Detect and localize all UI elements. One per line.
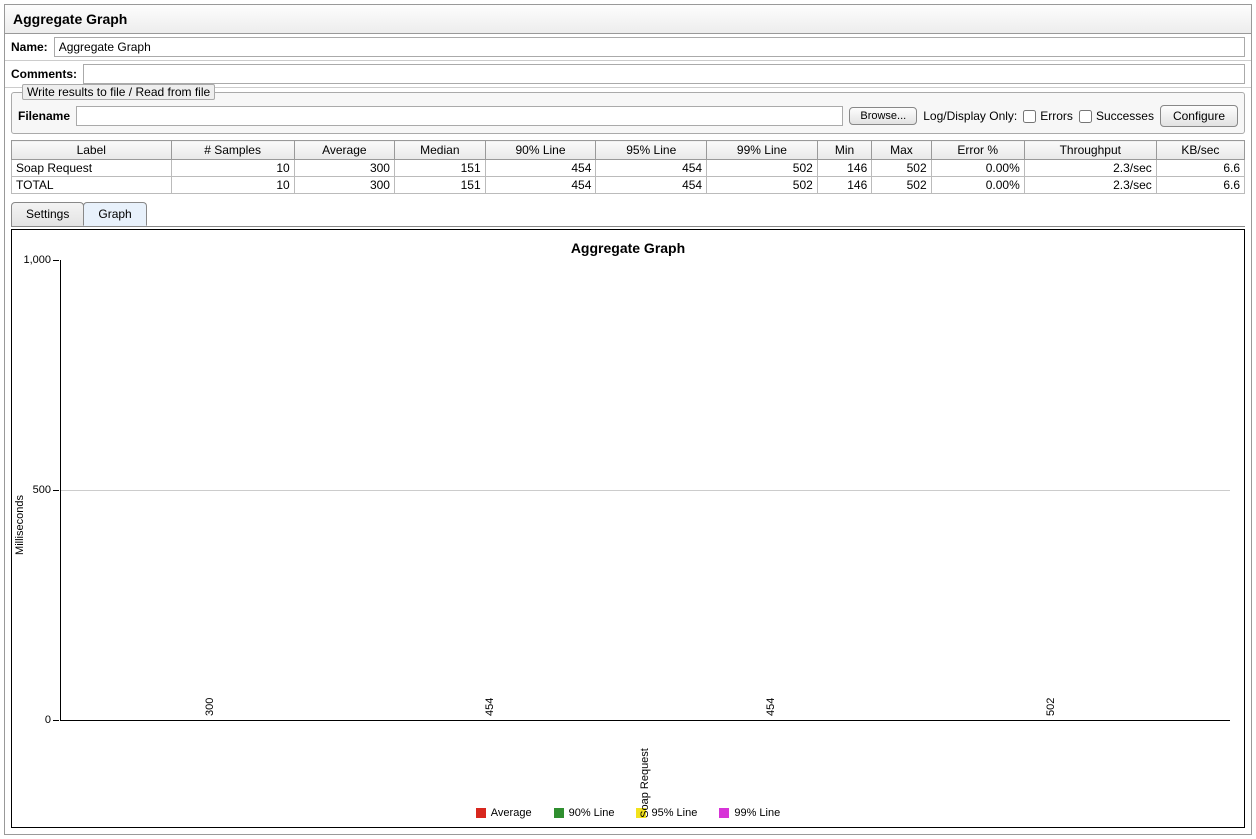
legend-label: 99% Line [734,807,780,819]
table-cell: 502 [707,177,818,194]
tab-settings[interactable]: Settings [11,202,84,226]
configure-button[interactable]: Configure [1160,105,1238,127]
table-cell: 0.00% [931,160,1024,177]
table-row[interactable]: Soap Request103001514544545021465020.00%… [12,160,1245,177]
comments-label: Comments: [11,67,77,81]
errors-checkbox[interactable] [1023,110,1036,123]
table-header[interactable]: Error % [931,141,1024,160]
tabs: Settings Graph [11,202,1245,227]
legend-swatch [719,808,729,818]
table-header[interactable]: Average [294,141,394,160]
y-tick [53,720,59,721]
table-cell: 300 [294,160,394,177]
plot-area: 300454454502 05001,000 [60,260,1230,721]
successes-checkbox-label[interactable]: Successes [1079,109,1154,123]
filename-input[interactable] [76,106,843,126]
table-cell: 10 [171,177,294,194]
table-cell: 2.3/sec [1024,177,1156,194]
table-cell: 454 [596,177,707,194]
legend-swatch [476,808,486,818]
tab-graph[interactable]: Graph [83,202,146,226]
errors-checkbox-label[interactable]: Errors [1023,109,1073,123]
table-cell: 2.3/sec [1024,160,1156,177]
name-input[interactable] [54,37,1245,57]
table-header[interactable]: Max [872,141,931,160]
errors-text: Errors [1040,109,1073,123]
y-axis-label: Milliseconds [14,495,26,555]
bar-value-label: 454 [484,698,496,716]
bar-value-label: 454 [765,698,777,716]
bar-value-label: 300 [203,698,215,716]
table-header[interactable]: 95% Line [596,141,707,160]
table-header[interactable]: Median [394,141,485,160]
name-label: Name: [11,40,48,54]
table-cell: 502 [872,177,931,194]
legend-label: 90% Line [569,807,615,819]
chart-title: Aggregate Graph [16,240,1240,256]
log-display-only-label: Log/Display Only: [923,109,1017,123]
table-cell: 0.00% [931,177,1024,194]
chart-box: Milliseconds 300454454502 05001,000 Soap… [60,260,1230,789]
table-cell: 146 [817,160,871,177]
table-cell: 300 [294,177,394,194]
table-cell: 454 [485,160,596,177]
successes-text: Successes [1096,109,1154,123]
table-header[interactable]: Min [817,141,871,160]
table-cell: 502 [872,160,931,177]
legend-label: Average [491,807,532,819]
legend-item: 90% Line [554,807,615,819]
write-results-title: Write results to file / Read from file [22,84,215,100]
aggregate-graph-panel: Aggregate Graph Name: Comments: Write re… [4,4,1252,835]
table-header[interactable]: Throughput [1024,141,1156,160]
successes-checkbox[interactable] [1079,110,1092,123]
table-cell: 454 [485,177,596,194]
browse-button[interactable]: Browse... [849,107,917,125]
table-cell: 502 [707,160,818,177]
table-header[interactable]: 99% Line [707,141,818,160]
y-tick [53,490,59,491]
table-cell: 454 [596,160,707,177]
table-cell: 151 [394,160,485,177]
filename-label: Filename [18,109,70,123]
table-cell: 6.6 [1156,177,1244,194]
table-header[interactable]: 90% Line [485,141,596,160]
legend-item: Average [476,807,532,819]
name-row: Name: [5,34,1251,61]
table-cell: 151 [394,177,485,194]
y-tick-label: 500 [13,484,51,496]
panel-title: Aggregate Graph [5,5,1251,34]
table-cell: 6.6 [1156,160,1244,177]
chart-legend: Average 90% Line 95% Line 99% Line [16,807,1240,819]
legend-swatch [554,808,564,818]
y-tick-label: 1,000 [13,254,51,266]
results-table-wrap: Label# SamplesAverageMedian90% Line95% L… [11,140,1245,194]
table-cell: 146 [817,177,871,194]
bar-value-label: 502 [1045,698,1057,716]
legend-label: 95% Line [651,807,697,819]
table-row[interactable]: TOTAL103001514544545021465020.00%2.3/sec… [12,177,1245,194]
legend-item: 99% Line [719,807,780,819]
chart-area: Aggregate Graph Milliseconds 300 454 454 50… [11,229,1245,828]
table-cell: 10 [171,160,294,177]
gridline [61,490,1230,491]
y-tick [53,260,59,261]
table-cell: TOTAL [12,177,172,194]
table-header[interactable]: KB/sec [1156,141,1244,160]
write-results-groupbox: Write results to file / Read from file F… [11,92,1245,134]
table-header[interactable]: Label [12,141,172,160]
results-table: Label# SamplesAverageMedian90% Line95% L… [11,140,1245,194]
y-tick-label: 0 [13,714,51,726]
x-axis-label: Soap Request [60,777,1230,789]
table-header[interactable]: # Samples [171,141,294,160]
comments-input[interactable] [83,64,1245,84]
table-cell: Soap Request [12,160,172,177]
